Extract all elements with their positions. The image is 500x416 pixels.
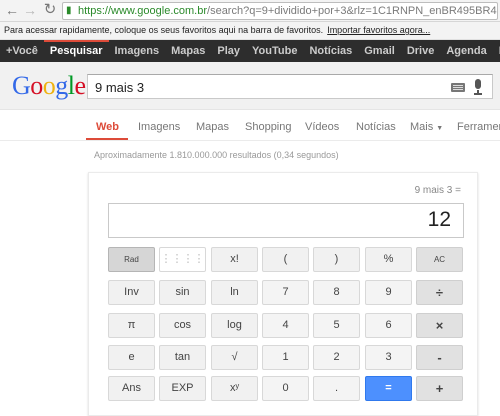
cos-key[interactable]: cos bbox=[159, 313, 206, 338]
tab-ferramentas[interactable]: Ferramentas bbox=[457, 121, 500, 133]
pi-key[interactable]: π bbox=[108, 313, 155, 338]
gbar-item-imagens[interactable]: Imagens bbox=[109, 40, 166, 62]
caret-down-icon: ▼ bbox=[436, 125, 444, 132]
multiply-key[interactable]: × bbox=[416, 313, 463, 338]
logo-letter: G bbox=[12, 71, 31, 100]
key-7[interactable]: 7 bbox=[262, 280, 309, 305]
tab-web[interactable]: Web bbox=[96, 121, 119, 133]
keyboard-icon[interactable] bbox=[451, 83, 465, 92]
gbar-item-gmail[interactable]: Gmail bbox=[358, 40, 401, 62]
key-8[interactable]: 8 bbox=[313, 280, 360, 305]
logo-letter: e bbox=[74, 71, 87, 100]
url-host: https://www.google.com.br bbox=[78, 5, 208, 17]
gbar-item-mapas[interactable]: Mapas bbox=[165, 40, 211, 62]
browser-toolbar: ← → ↻ ▮ https://www.google.com.br/search?… bbox=[0, 0, 500, 22]
power-key[interactable]: xʸ bbox=[211, 376, 258, 401]
ln-key[interactable]: ln bbox=[211, 280, 258, 305]
google-bar: +Você Pesquisar Imagens Mapas Play YouTube Not… bbox=[0, 40, 500, 62]
gbar-item-mais[interactable]: Mais▼ bbox=[493, 40, 500, 62]
rad-key[interactable]: Rad bbox=[108, 247, 155, 272]
search-input[interactable] bbox=[95, 78, 435, 96]
sqrt-key[interactable]: √ bbox=[211, 345, 258, 370]
gbar-item-play[interactable]: Play bbox=[211, 40, 246, 62]
gbar-item-youtube[interactable]: YouTube bbox=[246, 40, 303, 62]
bookmarks-bar: Para acessar rapidamente, coloque os seu… bbox=[0, 22, 500, 40]
search-box[interactable] bbox=[87, 74, 493, 99]
minus-key[interactable]: - bbox=[416, 345, 463, 370]
logo-letter: o bbox=[42, 71, 56, 100]
key-5[interactable]: 5 bbox=[313, 313, 360, 338]
active-tab-indicator bbox=[86, 138, 128, 140]
divide-key[interactable]: ÷ bbox=[416, 280, 463, 305]
gbar-item-pesquisar[interactable]: Pesquisar bbox=[43, 40, 109, 62]
key-1[interactable]: 1 bbox=[262, 345, 309, 370]
inverse-key[interactable]: Inv bbox=[108, 280, 155, 305]
tab-noticias[interactable]: Notícias bbox=[356, 121, 396, 133]
ans-key[interactable]: Ans bbox=[108, 376, 155, 401]
equals-key[interactable]: = bbox=[365, 376, 412, 401]
logo-letter: o bbox=[30, 71, 43, 100]
exp-key[interactable]: EXP bbox=[159, 376, 206, 401]
reload-icon[interactable]: ↻ bbox=[42, 2, 58, 18]
calculator-result: 12 bbox=[427, 208, 451, 231]
key-6[interactable]: 6 bbox=[365, 313, 412, 338]
tan-key[interactable]: tan bbox=[159, 345, 206, 370]
open-paren-key[interactable]: ( bbox=[262, 247, 309, 272]
address-bar[interactable]: ▮ https://www.google.com.br/search?q=9+di… bbox=[62, 2, 498, 20]
lock-icon: ▮ bbox=[66, 5, 72, 16]
import-bookmarks-link[interactable]: Importar favoritos agora... bbox=[327, 25, 430, 35]
deg-key[interactable]: ⋮⋮⋮⋮ bbox=[159, 247, 206, 272]
sin-key[interactable]: sin bbox=[159, 280, 206, 305]
percent-key[interactable]: % bbox=[365, 247, 412, 272]
tab-shopping[interactable]: Shopping bbox=[245, 121, 292, 133]
google-logo[interactable]: Google bbox=[12, 72, 86, 100]
tab-videos[interactable]: Vídeos bbox=[305, 121, 339, 133]
tab-mapas[interactable]: Mapas bbox=[196, 121, 229, 133]
logo-letter: l bbox=[67, 71, 75, 100]
gbar-item-drive[interactable]: Drive bbox=[401, 40, 441, 62]
microphone-icon[interactable] bbox=[472, 79, 484, 95]
factorial-key[interactable]: x! bbox=[211, 247, 258, 272]
key-0[interactable]: 0 bbox=[262, 376, 309, 401]
key-4[interactable]: 4 bbox=[262, 313, 309, 338]
search-header: Google bbox=[0, 62, 500, 110]
tab-imagens[interactable]: Imagens bbox=[138, 121, 180, 133]
url-path: /search?q=9+dividido+por+3&rlz=1C1RNPN_e… bbox=[207, 5, 497, 17]
close-paren-key[interactable]: ) bbox=[313, 247, 360, 272]
clear-key[interactable]: AC bbox=[416, 247, 463, 272]
decimal-key[interactable]: . bbox=[313, 376, 360, 401]
gbar-item-agenda[interactable]: Agenda bbox=[440, 40, 492, 62]
key-9[interactable]: 9 bbox=[365, 280, 412, 305]
tab-mais[interactable]: Mais ▼ bbox=[410, 121, 443, 133]
bookmarks-hint: Para acessar rapidamente, coloque os seu… bbox=[4, 25, 324, 35]
key-3[interactable]: 3 bbox=[365, 345, 412, 370]
calculator-display: 12 bbox=[108, 203, 464, 238]
plus-key[interactable]: + bbox=[416, 376, 463, 401]
log-key[interactable]: log bbox=[211, 313, 258, 338]
logo-letter: g bbox=[55, 71, 68, 100]
key-2[interactable]: 2 bbox=[313, 345, 360, 370]
search-tabs: Web Imagens Mapas Shopping Vídeos Notícias Mai… bbox=[0, 111, 500, 141]
back-arrow-icon[interactable]: ← bbox=[4, 2, 20, 18]
e-key[interactable]: e bbox=[108, 345, 155, 370]
gbar-item-voc[interactable]: +Você bbox=[0, 40, 44, 62]
gbar-item-notcias[interactable]: Notícias bbox=[303, 40, 358, 62]
result-stats: Aproximadamente 1.810.000.000 resultados… bbox=[94, 150, 339, 160]
calculator-history: 9 mais 3 = bbox=[414, 185, 461, 196]
calculator-card: 9 mais 3 = 12 Rad ⋮⋮⋮⋮ x!()% AC Inv sin ln 7 8 9 ÷… bbox=[88, 172, 478, 416]
forward-arrow-icon[interactable]: → bbox=[22, 2, 38, 18]
